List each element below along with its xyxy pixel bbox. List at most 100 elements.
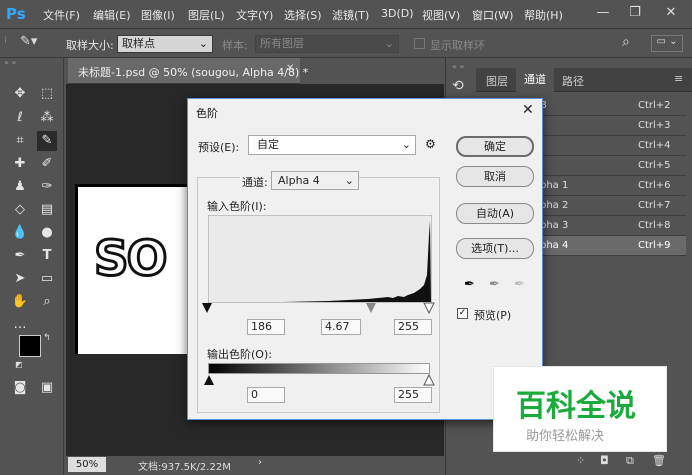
menu-view[interactable]: 视图(V) — [422, 7, 460, 23]
eyedropper-tool-icon[interactable]: ✎▾ — [20, 34, 48, 52]
minimize-icon[interactable]: — — [592, 4, 614, 22]
menu-layer[interactable]: 图层(L) — [188, 7, 225, 23]
close-tab-icon[interactable]: ✕ — [286, 63, 294, 74]
marquee-tool-icon[interactable]: ⬚ — [37, 84, 57, 104]
menu-image[interactable]: 图像(I) — [141, 7, 175, 23]
preview-checkbox[interactable]: ✓ — [457, 308, 468, 319]
menu-help[interactable]: 帮助(H) — [524, 7, 563, 23]
delete-channel-icon[interactable]: 🗑 — [652, 454, 666, 467]
channel-shortcut: Ctrl+4 — [638, 140, 671, 151]
tab-layers[interactable]: 图层 — [486, 73, 508, 89]
output-white-field[interactable]: 255 — [394, 387, 432, 403]
sample-label: 样本: — [222, 39, 248, 52]
menu-select[interactable]: 选择(S) — [284, 7, 322, 23]
channel-shortcut: Ctrl+3 — [638, 120, 671, 131]
workspace-switcher-icon[interactable]: ▭ ⌄ — [651, 35, 683, 52]
close-window-icon[interactable]: ✕ — [660, 4, 682, 22]
type-tool-icon[interactable]: T — [37, 246, 57, 266]
history-brush-icon[interactable]: ✑ — [37, 177, 57, 197]
input-gamma-field[interactable]: 4.67 — [321, 319, 361, 335]
eyedropper-tool-icon[interactable]: ✎ — [37, 131, 57, 151]
move-tool-icon[interactable]: ✥ — [10, 84, 30, 104]
magic-wand-icon[interactable]: ⁂ — [37, 108, 57, 128]
sample-select[interactable]: 所有图层 ⌄ — [255, 35, 399, 53]
sample-size-label: 取样大小: — [66, 39, 114, 52]
sample-size-select[interactable]: 取样点 ⌄ — [117, 35, 213, 53]
document-info: 文档:937.5K/2.22M — [138, 462, 231, 473]
panel-menu-icon[interactable]: ≡ — [674, 72, 683, 85]
input-black-field[interactable]: 186 — [247, 319, 285, 335]
preset-options-icon[interactable]: ⚙ — [425, 137, 436, 151]
history-panel-icon[interactable]: ⟲ — [452, 78, 464, 94]
chevron-down-icon: ⌄ — [401, 138, 411, 151]
input-white-handle — [423, 302, 435, 315]
menu-edit[interactable]: 编辑(E) — [93, 7, 131, 23]
info-menu-icon[interactable]: › — [258, 457, 262, 468]
watermark: 百科全说 助你轻松解决 — [493, 366, 667, 452]
new-channel-icon[interactable]: ⧉ — [626, 454, 634, 468]
eraser-tool-icon[interactable]: ◇ — [10, 200, 30, 220]
document-tab[interactable]: 未标题-1.psd @ 50% (sougou, Alpha 4/8) * ✕ — [68, 58, 308, 84]
preset-value: 自定 — [257, 138, 279, 151]
gray-eyedropper-icon[interactable]: ✒ — [489, 277, 500, 292]
more-tools-icon[interactable]: … — [10, 315, 30, 335]
save-selection-icon[interactable]: ◘ — [600, 454, 609, 467]
default-colors-icon[interactable]: ◩ — [15, 360, 23, 369]
blur-tool-icon[interactable]: 💧 — [10, 223, 30, 243]
cancel-button[interactable]: 取消 — [456, 166, 534, 187]
channel-shortcut: Ctrl+7 — [638, 200, 671, 211]
panel-footer: ⁘ ◘ ⧉ 🗑 — [576, 454, 686, 470]
menu-window[interactable]: 窗口(W) — [472, 7, 513, 23]
menu-3d[interactable]: 3D(D) — [381, 7, 414, 20]
channel-name: pha 2 — [540, 200, 569, 211]
zoom-level[interactable]: 50% — [68, 457, 106, 472]
output-sliders[interactable] — [202, 374, 438, 386]
options-button[interactable]: 选项(T)... — [456, 238, 534, 259]
pen-tool-icon[interactable]: ✒ — [10, 246, 30, 266]
path-select-icon[interactable]: ➤ — [10, 269, 30, 289]
zoom-tool-icon[interactable]: ⌕ — [37, 292, 57, 312]
channel-select[interactable]: Alpha 4 ⌄ — [271, 171, 359, 190]
dodge-tool-icon[interactable]: ● — [37, 223, 57, 243]
screen-mode-icon[interactable]: ▣ — [37, 378, 57, 398]
grip-icon: ⁞ — [4, 35, 8, 46]
output-gradient — [208, 363, 430, 374]
gradient-tool-icon[interactable]: ▤ — [37, 200, 57, 220]
collapse-panels-icon[interactable]: « » — [452, 62, 464, 71]
black-eyedropper-icon[interactable]: ✒ — [464, 277, 475, 292]
input-sliders[interactable] — [202, 302, 438, 316]
channel-name: pha 1 — [540, 180, 569, 191]
menu-file[interactable]: 文件(F) — [43, 7, 80, 23]
foreground-color-swatch[interactable] — [19, 335, 41, 357]
white-eyedropper-icon[interactable]: ✒ — [514, 277, 525, 292]
hand-tool-icon[interactable]: ✋ — [10, 292, 30, 312]
rectangle-tool-icon[interactable]: ▭ — [37, 269, 57, 289]
search-icon[interactable]: ⌕ — [622, 34, 630, 50]
input-black-handle — [202, 303, 212, 313]
input-white-field[interactable]: 255 — [394, 319, 432, 335]
histogram — [208, 215, 432, 303]
auto-button[interactable]: 自动(A) — [456, 203, 534, 224]
crop-tool-icon[interactable]: ⌗ — [10, 131, 30, 151]
document-canvas[interactable]: SO — [75, 184, 190, 354]
load-selection-icon[interactable]: ⁘ — [576, 454, 585, 467]
panel-tab-bar: 图层 通道 路径 ≡ — [476, 68, 692, 92]
menu-type[interactable]: 文字(Y) — [236, 7, 273, 23]
preset-select[interactable]: 自定 ⌄ — [248, 135, 416, 155]
chevron-down-icon: ⌄ — [198, 37, 208, 50]
brush-tool-icon[interactable]: ✐ — [37, 154, 57, 174]
restore-icon[interactable]: ❐ — [624, 4, 646, 22]
quick-mask-icon[interactable]: ◙ — [10, 378, 30, 398]
ok-button[interactable]: 确定 — [456, 136, 534, 157]
close-dialog-icon[interactable]: ✕ — [522, 102, 534, 118]
output-black-field[interactable]: 0 — [247, 387, 285, 403]
tab-paths[interactable]: 路径 — [562, 73, 584, 89]
lasso-tool-icon[interactable]: ℓ — [10, 108, 30, 128]
menu-filter[interactable]: 滤镜(T) — [332, 7, 369, 23]
tab-channels[interactable]: 通道 — [516, 68, 554, 92]
show-ring-checkbox[interactable] — [414, 38, 425, 49]
healing-brush-icon[interactable]: ✚ — [10, 154, 30, 174]
swap-colors-icon[interactable]: ↰ — [43, 333, 51, 343]
stamp-tool-icon[interactable]: ♟ — [10, 177, 30, 197]
toolbox-collapse-icon[interactable]: » » — [4, 58, 58, 67]
